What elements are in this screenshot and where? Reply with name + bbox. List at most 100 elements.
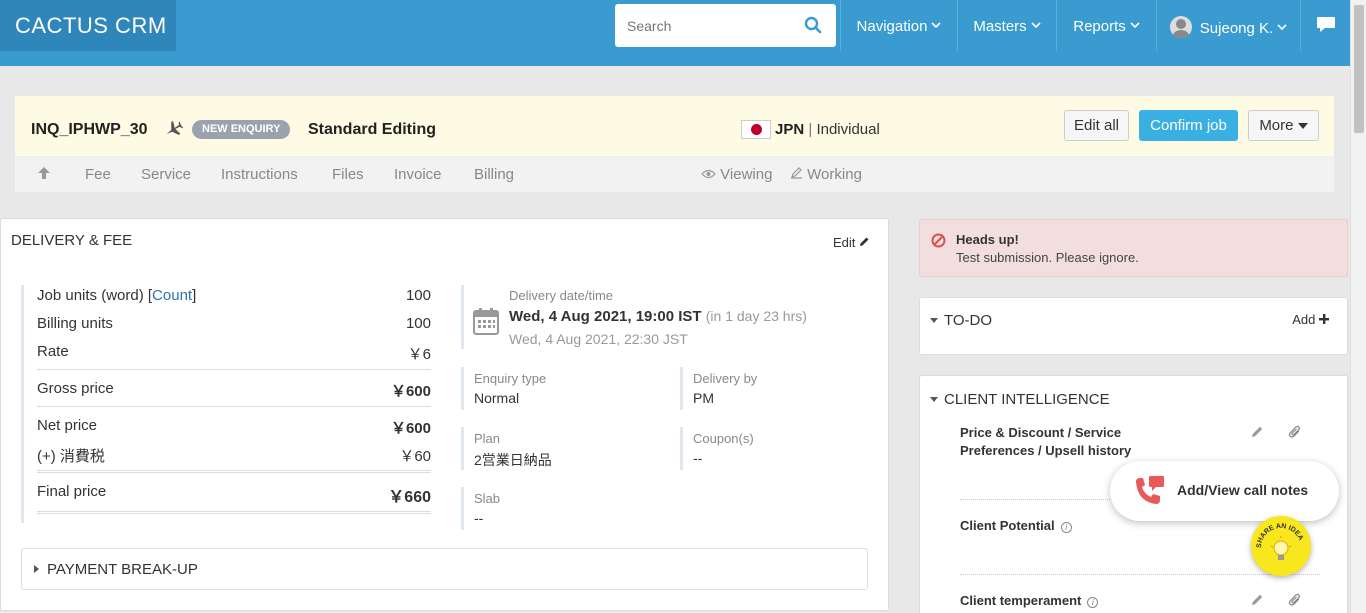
nav-masters[interactable]: Masters [957,0,1056,51]
nav-navigation[interactable]: Navigation [840,0,957,51]
search-box [615,4,836,47]
section-bar [461,367,464,410]
delivery-by-value: PM [693,390,714,406]
country-code: JPN [775,121,805,138]
fee-breakdown: Job units (word) [Count] 100 Billing uni… [21,285,431,523]
paperclip-icon[interactable] [1288,592,1302,610]
todo-add-label: Add [1292,312,1316,327]
call-notes-button[interactable]: Add/View call notes [1110,461,1339,521]
vertical-scrollbar[interactable] [1350,0,1366,613]
scroll-top-icon[interactable] [37,166,51,184]
tax-row: (+) 消費税 ￥60 [37,445,431,466]
payment-breakup-toggle[interactable]: PAYMENT BREAK-UP [21,548,868,590]
japan-flag-icon [741,120,771,139]
search-icon[interactable] [804,16,822,37]
job-units-label-close: ] [192,287,197,304]
enquiry-type-label: Enquiry type [474,371,547,386]
final-price-row: Final price ￥660 [37,483,431,506]
final-price-value: ￥660 [388,489,431,506]
net-price-value: ￥600 [390,420,431,437]
plan-value: 2営業日納品 [474,452,552,468]
client-type: Individual [816,121,880,138]
tab-fee[interactable]: Fee [85,166,111,183]
ci-client-temperament-label: Client temperament [960,593,1082,608]
ci-client-temperament: Client temperament i [960,592,1099,610]
more-button[interactable]: More [1248,110,1319,141]
client-country: JPN | Individual [775,121,880,138]
tax-value: ￥60 [399,448,431,465]
search-input[interactable] [615,4,785,47]
count-link[interactable]: Count [152,287,192,304]
todo-add-button[interactable]: Add [1292,312,1329,327]
edit-label: Edit [832,235,856,250]
confirm-job-button[interactable]: Confirm job [1139,110,1238,141]
calendar-icon [473,307,499,338]
info-icon[interactable]: i [1060,522,1072,533]
slab-label: Slab [474,491,501,506]
delivery-fee-card: DELIVERY & FEE Edit Job units (word) [Co… [0,218,889,611]
delivery-datetime: Wed, 4 Aug 2021, 19:00 IST (in 1 day 23 … [509,308,807,325]
divider [37,470,431,471]
rate-value: ￥6 [407,346,431,363]
pencil-icon[interactable] [1251,425,1264,441]
nav-reports[interactable]: Reports [1056,0,1156,51]
delivery-datetime-label: Delivery date/time [509,288,614,303]
job-id: INQ_IPHWP_30 [31,121,148,138]
delivery-relative: (in 1 day 23 hrs) [705,308,807,324]
alert-message: Test submission. Please ignore. [956,250,1139,265]
chat-button[interactable] [1300,0,1350,51]
separator: | [808,121,813,138]
nav-user-menu[interactable]: Sujeong K. [1156,0,1300,51]
billing-units-label: Billing units [37,315,113,332]
job-units-label: Job units (word) [ [37,287,153,304]
caret-down-icon [930,397,938,402]
section-bar [461,427,464,470]
working-indicator: Working [790,166,862,183]
tab-files[interactable]: Files [332,166,364,183]
chevron-down-icon [1277,18,1287,35]
phone-icon [1132,474,1166,511]
scrollbar-thumb[interactable] [1354,5,1364,133]
edit-all-button[interactable]: Edit all [1064,110,1129,141]
slab-value: -- [474,510,484,526]
ci-client-potential: Client Potential i [960,517,1072,535]
gross-price-label: Gross price [37,380,114,397]
job-header: INQ_IPHWP_30 NEW ENQUIRY Standard Editin… [15,96,1334,156]
share-idea-button[interactable]: SHARE AN IDEA [1251,516,1311,576]
viewing-label: Viewing [720,166,773,183]
client-intelligence-header[interactable]: CLIENT INTELLIGENCE [930,391,1110,408]
caret-down-icon [1297,117,1308,134]
chevron-down-icon [1031,16,1041,33]
delivery-datetime-value: Wed, 4 Aug 2021, 19:00 IST [509,308,702,325]
section-bar [680,367,683,410]
pencil-icon [859,235,870,250]
client-intelligence-title: CLIENT INTELLIGENCE [944,391,1110,408]
tab-billing[interactable]: Billing [474,166,514,183]
top-navbar: CACTUS CRM Navigation Masters Reports Su… [0,0,1350,51]
divider [37,513,431,514]
tab-service[interactable]: Service [141,166,191,183]
billing-units-row: Billing units 100 [37,315,431,332]
todo-header[interactable]: TO-DO [930,312,992,329]
tax-label: (+) 消費税 [37,448,105,465]
divider [37,369,431,370]
app-logo[interactable]: CACTUS CRM [0,0,176,51]
billing-units-value: 100 [405,315,431,332]
paperclip-icon[interactable] [1288,424,1302,442]
top-navbar-band [0,51,1350,66]
alert-title: Heads up! [956,232,1019,247]
card-title: DELIVERY & FEE [11,232,133,249]
edit-delivery-link[interactable]: Edit [833,235,870,250]
section-bar [680,427,683,470]
net-price-row: Net price ￥600 [37,417,431,437]
divider [37,511,431,512]
pencil-icon[interactable] [1251,593,1264,609]
viewing-indicator: Viewing [701,166,772,183]
working-label: Working [807,166,862,183]
info-icon[interactable]: i [1087,597,1099,608]
payment-breakup-header: PAYMENT BREAK-UP [34,561,198,578]
status-badge: NEW ENQUIRY [192,120,291,139]
tab-instructions[interactable]: Instructions [221,166,298,183]
tab-invoice[interactable]: Invoice [394,166,442,183]
chevron-down-icon [931,16,942,33]
